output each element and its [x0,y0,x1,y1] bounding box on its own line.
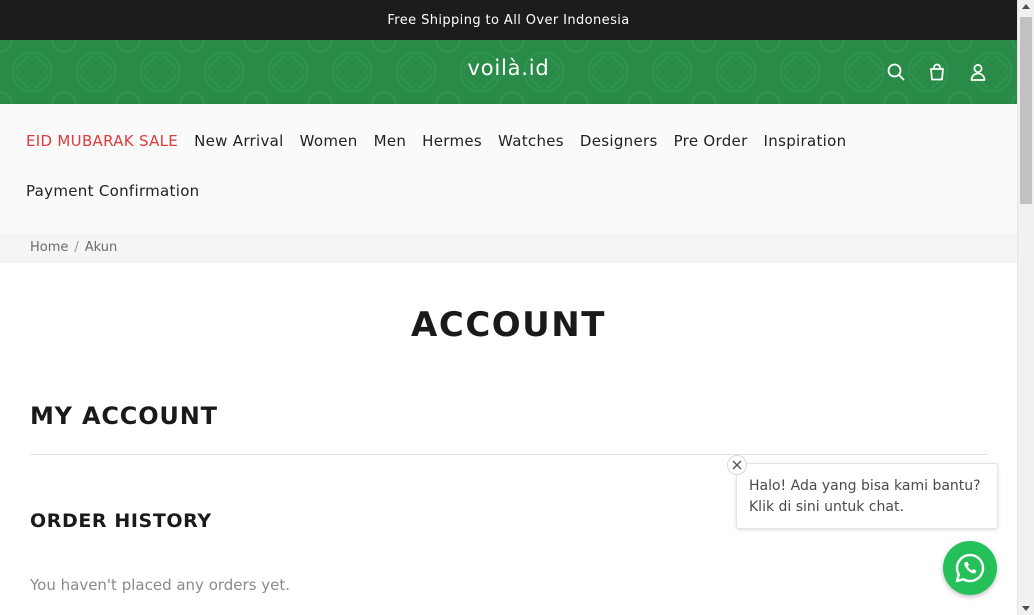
vertical-scrollbar[interactable] [1017,0,1034,615]
nav-item-women[interactable]: Women [300,132,358,150]
user-icon[interactable] [967,60,989,84]
main-nav: EID MUBARAK SALE New Arrival Women Men H… [0,104,1017,233]
my-account-heading: MY ACCOUNT [30,402,218,430]
chat-prompt-line1: Halo! Ada yang bisa kami bantu? [749,478,981,494]
site-logo[interactable]: voilà.id [0,56,1017,80]
nav-item-men[interactable]: Men [374,132,407,150]
nav-item-watches[interactable]: Watches [498,132,564,150]
breadcrumb-current: Akun [84,240,118,255]
nav-item-inspiration[interactable]: Inspiration [764,132,847,150]
nav-row-2: Payment Confirmation [26,182,199,200]
close-icon [732,460,742,470]
breadcrumb: Home / Akun [30,240,117,255]
chat-close-button[interactable] [727,455,747,475]
nav-item-eid-sale[interactable]: EID MUBARAK SALE [26,132,178,150]
breadcrumb-bar: Home / Akun [0,233,1017,263]
whatsapp-icon [955,553,985,583]
search-icon[interactable] [885,60,907,84]
empty-orders-message: You haven't placed any orders yet. [30,576,291,594]
nav-row-1: EID MUBARAK SALE New Arrival Women Men H… [26,132,846,150]
nav-item-pre-order[interactable]: Pre Order [674,132,748,150]
page: Free Shipping to All Over Indonesia voil… [0,0,1017,615]
site-header: voilà.id [0,40,1017,104]
header-icons [885,60,989,84]
whatsapp-chat-button[interactable] [943,541,997,595]
nav-item-payment-confirmation[interactable]: Payment Confirmation [26,182,199,200]
breadcrumb-home[interactable]: Home [30,240,68,255]
announcement-bar: Free Shipping to All Over Indonesia [0,0,1017,40]
order-history-heading: ORDER HISTORY [30,510,212,532]
chat-prompt-line2: Klik di sini untuk chat. [749,499,904,515]
cart-icon[interactable] [926,60,948,84]
announcement-text: Free Shipping to All Over Indonesia [387,12,630,28]
nav-item-designers[interactable]: Designers [580,132,658,150]
nav-item-hermes[interactable]: Hermes [422,132,482,150]
section-divider [30,454,988,455]
scroll-up-arrow-icon[interactable] [1022,4,1030,9]
chat-prompt[interactable]: Halo! Ada yang bisa kami bantu? Klik di … [736,463,998,529]
page-title: ACCOUNT [411,305,606,345]
breadcrumb-separator: / [74,240,79,255]
scroll-thumb[interactable] [1020,17,1032,204]
nav-item-new-arrival[interactable]: New Arrival [194,132,284,150]
scroll-down-arrow-icon[interactable] [1022,606,1030,611]
